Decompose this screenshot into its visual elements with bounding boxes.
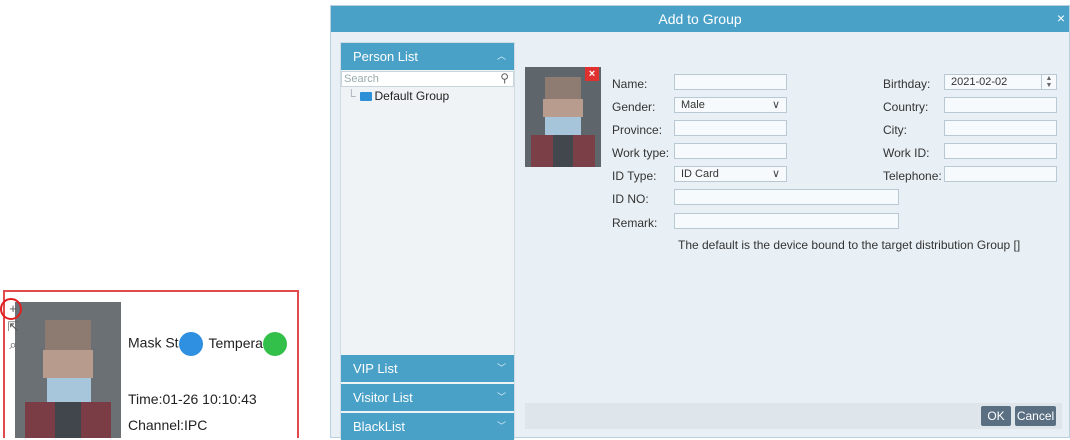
city-field[interactable] bbox=[944, 120, 1057, 136]
spinner-arrows-icon[interactable]: ▲ ▼ bbox=[1041, 75, 1056, 89]
telephone-field[interactable] bbox=[944, 166, 1057, 182]
capture-time: Time:01-26 10:10:43 bbox=[128, 391, 257, 407]
blacklist-header[interactable]: BlackList ﹀ bbox=[341, 413, 514, 440]
search-placeholder: Search bbox=[344, 73, 379, 85]
visitor-list-label: Visitor List bbox=[353, 390, 413, 405]
remark-field[interactable] bbox=[674, 213, 899, 229]
worktype-field[interactable] bbox=[674, 143, 787, 159]
tree-item-default-group[interactable]: Default Group bbox=[375, 89, 450, 103]
distribution-note: The default is the device bound to the t… bbox=[678, 238, 1021, 252]
cancel-button[interactable]: Cancel bbox=[1015, 406, 1056, 426]
idno-field[interactable] bbox=[674, 189, 899, 205]
add-highlight-circle bbox=[0, 298, 22, 320]
gender-label: Gender: bbox=[612, 100, 656, 114]
capture-card[interactable]: + ⇱ ⌕ Mask St Tempera Time:01-26 10:10:4… bbox=[0, 290, 299, 438]
birthday-value: 2021-02-02 bbox=[951, 76, 1008, 88]
mask-icon bbox=[178, 332, 203, 356]
chevron-down-icon: ﹀ bbox=[496, 421, 506, 431]
export-icon[interactable]: ⇱ bbox=[6, 320, 20, 334]
face-preview bbox=[525, 67, 601, 167]
pixelated-face-image bbox=[525, 67, 601, 167]
province-label: Province: bbox=[612, 123, 663, 137]
tree-connector: └ bbox=[347, 89, 356, 103]
name-label: Name: bbox=[612, 77, 648, 91]
capture-photo bbox=[15, 302, 121, 438]
country-label: Country: bbox=[883, 100, 929, 114]
city-label: City: bbox=[883, 123, 907, 137]
group-panel: Person List ︿ Search ⚲ └ Default Group VI… bbox=[340, 42, 515, 440]
country-field[interactable] bbox=[944, 97, 1057, 113]
thermometer-icon bbox=[262, 332, 287, 356]
chevron-down-icon: ﹀ bbox=[496, 392, 506, 402]
remark-label: Remark: bbox=[612, 216, 658, 230]
birthday-label: Birthday: bbox=[883, 77, 931, 91]
idno-label: ID NO: bbox=[612, 192, 649, 206]
group-tree: └ Default Group bbox=[347, 89, 449, 103]
province-field[interactable] bbox=[674, 120, 787, 136]
dialog-titlebar: Add to Group × bbox=[331, 6, 1069, 32]
temperature-label: Tempera bbox=[208, 334, 263, 351]
birthday-field[interactable]: 2021-02-02 ▲ ▼ bbox=[944, 74, 1057, 90]
chevron-down-icon: ∨ bbox=[771, 99, 780, 111]
name-field[interactable] bbox=[674, 74, 787, 90]
pixelated-face-image bbox=[15, 302, 121, 438]
dialog-title: Add to Group bbox=[658, 11, 742, 27]
dialog-footer: OK Cancel bbox=[525, 403, 1062, 429]
idtype-value: ID Card bbox=[681, 168, 719, 180]
gender-select[interactable]: Male ∨ bbox=[674, 97, 787, 113]
gender-value: Male bbox=[681, 99, 705, 111]
search-icon[interactable]: ⚲ bbox=[500, 71, 509, 85]
person-list-header[interactable]: Person List ︿ bbox=[341, 43, 514, 70]
telephone-label: Telephone: bbox=[883, 169, 942, 183]
close-icon[interactable]: × bbox=[1057, 6, 1065, 30]
search-icon[interactable]: ⌕ bbox=[6, 338, 20, 352]
add-to-group-dialog: Add to Group × Person List ︿ Search ⚲ └ D… bbox=[330, 5, 1070, 440]
capture-channel: Channel:IPC bbox=[128, 417, 208, 433]
mask-status-label: Mask St bbox=[128, 334, 179, 351]
folder-icon bbox=[359, 92, 372, 102]
worktype-label: Work type: bbox=[612, 146, 670, 160]
search-input[interactable]: Search ⚲ bbox=[341, 71, 514, 87]
chevron-down-icon: ﹀ bbox=[496, 363, 506, 373]
status-row: Mask St Tempera bbox=[128, 332, 287, 356]
vip-list-label: VIP List bbox=[353, 361, 398, 376]
remove-photo-icon[interactable]: × bbox=[585, 67, 599, 81]
ok-button[interactable]: OK bbox=[981, 406, 1011, 426]
person-list-label: Person List bbox=[353, 49, 419, 64]
blacklist-label: BlackList bbox=[353, 419, 406, 434]
idtype-label: ID Type: bbox=[612, 169, 657, 183]
workid-field[interactable] bbox=[944, 143, 1057, 159]
chevron-up-icon: ︿ bbox=[496, 51, 506, 61]
workid-label: Work ID: bbox=[883, 146, 930, 160]
vip-list-header[interactable]: VIP List ﹀ bbox=[341, 355, 514, 382]
chevron-down-icon: ∨ bbox=[771, 168, 780, 180]
idtype-select[interactable]: ID Card ∨ bbox=[674, 166, 787, 182]
visitor-list-header[interactable]: Visitor List ﹀ bbox=[341, 384, 514, 411]
